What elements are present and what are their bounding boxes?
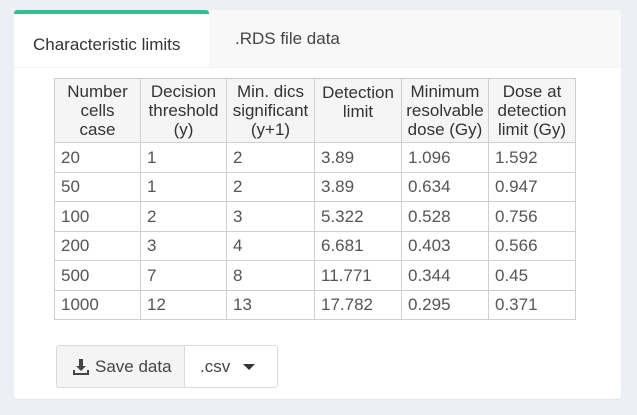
table-cell: 20 (54, 142, 141, 173)
table-cell: 1.592 (488, 142, 576, 173)
download-icon (73, 358, 89, 375)
table-cell: 0.566 (488, 230, 576, 261)
table-row: 100 2 3 5.322 0.528 0.756 (54, 201, 576, 232)
format-dropdown[interactable]: .csv (185, 345, 278, 388)
table-cell: 1.096 (401, 142, 489, 173)
header-line: Min. dics (236, 82, 305, 101)
table-cell: 2 (226, 142, 315, 173)
header-line: Detection (322, 83, 394, 102)
column-header-min-dics-significant: Min. dics significant (y+1) (226, 78, 315, 143)
table-cell: 3 (140, 230, 227, 261)
column-header-minimum-resolvable-dose: Minimum resolvable dose (Gy) (401, 78, 489, 143)
table-cell: 7 (140, 260, 227, 291)
table-cell: 0.634 (401, 171, 489, 202)
header-line: limit (Gy) (498, 120, 566, 139)
column-header-dose-at-detection-limit: Dose at detection limit (Gy) (488, 78, 576, 143)
table-row: 50 1 2 3.89 0.634 0.947 (54, 171, 576, 202)
table-cell: 0.528 (401, 201, 489, 232)
results-panel: Characteristic limits .RDS file data Num… (14, 10, 621, 399)
table-cell: 0.344 (401, 260, 489, 291)
table-cell: 1000 (54, 289, 141, 320)
table-header-row: Number cells case Decision threshold (y)… (54, 78, 576, 143)
header-line: (y+1) (250, 120, 291, 139)
table-cell: 1 (140, 171, 227, 202)
table-row: 20 1 2 3.89 1.096 1.592 (54, 142, 576, 173)
header-line: dose (Gy) (407, 120, 483, 139)
table-cell: 4 (226, 230, 315, 261)
header-line: (y) (173, 120, 194, 139)
table-row: 500 7 8 11.771 0.344 0.45 (54, 260, 576, 291)
save-data-button[interactable]: Save data (56, 345, 185, 388)
table-cell: 500 (54, 260, 141, 291)
header-line: Number (67, 82, 128, 101)
header-line: case (79, 120, 116, 139)
table-cell: 0.295 (401, 289, 489, 320)
header-line: resolvable (406, 101, 484, 120)
header-line: cells (80, 101, 115, 120)
table-cell: 3.89 (314, 171, 402, 202)
table-cell: 2 (140, 201, 227, 232)
table-cell: 0.403 (401, 230, 489, 261)
caret-down-icon (243, 363, 256, 370)
table-cell: 100 (54, 201, 141, 232)
save-data-label: Save data (95, 356, 172, 376)
table-row: 200 3 4 6.681 0.403 0.566 (54, 230, 576, 261)
header-line: Dose at (502, 82, 562, 101)
table-cell: 6.681 (314, 230, 402, 261)
save-button-group: Save data .csv (56, 345, 278, 388)
table-row: 1000 12 13 17.782 0.295 0.371 (54, 289, 576, 320)
table-cell: 200 (54, 230, 141, 261)
column-header-number-cells: Number cells case (54, 78, 141, 143)
table-cell: 5.322 (314, 201, 402, 232)
table-cell: 2 (226, 171, 315, 202)
tab-rds-file-data[interactable]: .RDS file data (235, 10, 385, 67)
table-cell: 0.45 (488, 260, 576, 291)
column-header-detection-limit: Detection limit (314, 78, 402, 143)
header-line: limit (342, 102, 374, 121)
table-cell: 17.782 (314, 289, 402, 320)
header-line: detection (497, 101, 567, 120)
header-line: significant (232, 101, 309, 120)
table-cell: 1 (140, 142, 227, 173)
tab-characteristic-limits[interactable]: Characteristic limits (14, 10, 209, 67)
table-cell: 0.756 (488, 201, 576, 232)
table-cell: 0.947 (488, 171, 576, 202)
table-cell: 8 (226, 260, 315, 291)
column-header-decision-threshold: Decision threshold (y) (140, 78, 227, 143)
table-cell: 11.771 (314, 260, 402, 291)
table-cell: 50 (54, 171, 141, 202)
table-cell: 3.89 (314, 142, 402, 173)
table-cell: 12 (140, 289, 227, 320)
table-cell: 3 (226, 201, 315, 232)
table-cell: 13 (226, 289, 315, 320)
characteristic-limits-table: Number cells case Decision threshold (y)… (54, 78, 576, 320)
format-dropdown-value: .csv (200, 356, 231, 376)
tab-bar: Characteristic limits .RDS file data (14, 10, 621, 68)
header-line: threshold (148, 101, 219, 120)
header-line: Minimum (410, 82, 480, 101)
table-cell: 0.371 (488, 289, 576, 320)
header-line: Decision (150, 82, 217, 101)
